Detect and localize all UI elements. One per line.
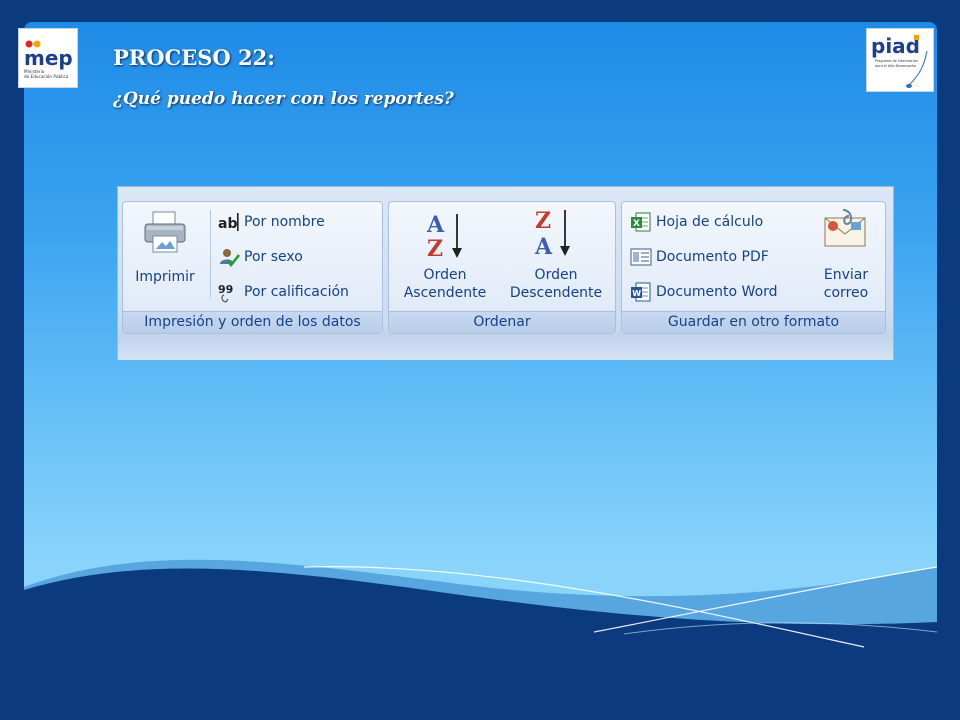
mep-logo: mep Ministerio de Educación Pública bbox=[18, 28, 78, 88]
sort-ascending-label-line2: Ascendente bbox=[403, 285, 487, 301]
save-as-pdf-label: Documento PDF bbox=[656, 249, 769, 265]
piad-logo-text: piad bbox=[871, 34, 920, 58]
slide-title: PROCESO 22: bbox=[113, 45, 276, 70]
sort-by-gender-button[interactable]: Por sexo bbox=[218, 243, 303, 271]
sort-by-name-label: Por nombre bbox=[244, 214, 325, 230]
sort-by-name-icon: ab bbox=[218, 211, 240, 233]
sort-by-grade-button[interactable]: 99 Por calificación bbox=[218, 278, 349, 306]
sort-ascending-icon: A Z bbox=[425, 208, 465, 262]
svg-text:Programa de Información: Programa de Información bbox=[875, 59, 918, 63]
group-separator bbox=[210, 210, 211, 298]
save-as-spreadsheet-label: Hoja de cálculo bbox=[656, 214, 764, 230]
svg-text:Z: Z bbox=[535, 208, 551, 234]
svg-text:X: X bbox=[633, 219, 640, 229]
save-as-pdf-button[interactable]: Documento PDF bbox=[630, 243, 769, 271]
group-save-as-label: Guardar en otro formato bbox=[622, 311, 885, 333]
svg-text:de Educación Pública: de Educación Pública bbox=[24, 74, 69, 79]
sort-by-gender-icon bbox=[218, 246, 241, 268]
slide-panel bbox=[24, 22, 937, 702]
svg-text:A: A bbox=[534, 234, 553, 260]
send-mail-icon bbox=[819, 208, 871, 254]
excel-icon: X bbox=[630, 211, 652, 233]
svg-text:Z: Z bbox=[427, 236, 443, 262]
printer-icon bbox=[141, 210, 189, 254]
group-print-and-order-label: Impresión y orden de los datos bbox=[123, 311, 382, 333]
sort-descending-label-line2: Descendente bbox=[509, 285, 603, 301]
group-save-as: X Hoja de cálculo Documento PDF W Docume… bbox=[621, 201, 886, 334]
sort-ascending-button[interactable]: Orden Ascendente bbox=[393, 266, 497, 302]
sort-descending-label-line1: Orden bbox=[534, 267, 578, 283]
sort-by-grade-icon: 99 bbox=[218, 281, 240, 303]
word-icon: W bbox=[630, 281, 652, 303]
svg-text:para el Alto Desempeño: para el Alto Desempeño bbox=[875, 64, 916, 68]
wave-decoration bbox=[24, 559, 937, 702]
send-mail-button[interactable]: Enviar correo bbox=[812, 266, 880, 302]
piad-logo: piad Programa de Información para el Alt… bbox=[866, 28, 934, 92]
sort-ascending-label-line1: Orden bbox=[423, 267, 467, 283]
print-button[interactable]: Imprimir bbox=[127, 268, 203, 286]
svg-text:ab: ab bbox=[218, 216, 237, 232]
mep-logo-text: mep bbox=[24, 46, 73, 70]
group-sort: A Z Orden Ascendente Z A Orden Descenden… bbox=[388, 201, 616, 334]
group-print-and-order: Imprimir ab Por nombre Por sexo 99 Por c… bbox=[122, 201, 383, 334]
slide-subtitle: ¿Qué puedo hacer con los reportes? bbox=[113, 89, 454, 109]
save-as-spreadsheet-button[interactable]: X Hoja de cálculo bbox=[630, 208, 763, 236]
pdf-icon bbox=[630, 246, 652, 268]
save-as-word-label: Documento Word bbox=[656, 284, 778, 300]
report-ribbon: Imprimir ab Por nombre Por sexo 99 Por c… bbox=[117, 186, 894, 360]
ribbon-bottom-strip bbox=[118, 335, 893, 360]
group-sort-label: Ordenar bbox=[389, 311, 615, 333]
sort-descending-icon: Z A bbox=[533, 204, 573, 262]
sort-by-gender-label: Por sexo bbox=[244, 249, 303, 265]
save-as-word-button[interactable]: W Documento Word bbox=[630, 278, 778, 306]
send-mail-label-line2: correo bbox=[823, 285, 869, 301]
svg-text:99: 99 bbox=[218, 283, 233, 296]
svg-text:W: W bbox=[632, 289, 641, 298]
sort-by-name-button[interactable]: ab Por nombre bbox=[218, 208, 325, 236]
sort-descending-button[interactable]: Orden Descendente bbox=[499, 266, 613, 302]
send-mail-label-line1: Enviar bbox=[823, 267, 869, 283]
svg-text:A: A bbox=[426, 212, 445, 238]
sort-by-grade-label: Por calificación bbox=[244, 284, 349, 300]
